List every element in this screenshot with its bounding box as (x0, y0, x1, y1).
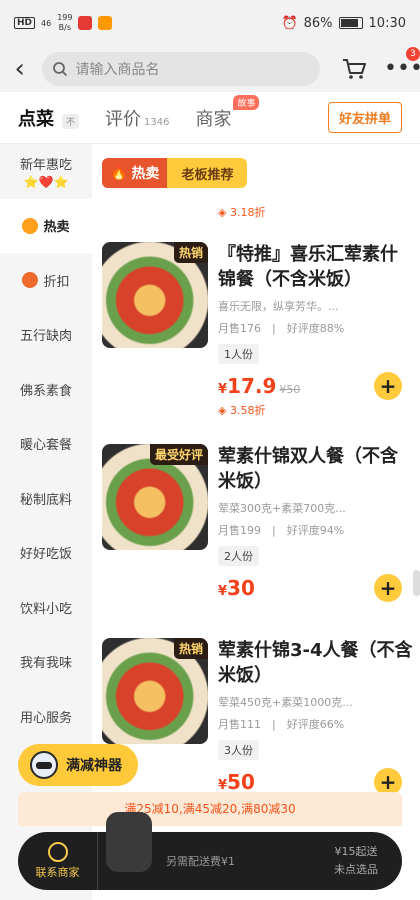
tab-merchant[interactable]: 商家 故事 (195, 94, 260, 131)
network-speed: 199 B/s (57, 13, 73, 32)
tab-order-badge: 不 (62, 113, 80, 129)
notification-badge: 3 (406, 47, 420, 61)
scrollbar[interactable] (413, 570, 420, 596)
item-title: 荤素什锦3-4人餐（不含米饭） (218, 640, 413, 686)
search-icon (52, 62, 67, 77)
item-serving: 3人份 (218, 740, 259, 760)
sidebar-item-new-year[interactable]: 新年惠吃 ⭐❤️⭐ (0, 144, 92, 199)
original-price: ¥50 (279, 383, 301, 396)
tab-order[interactable]: 点菜 不 (18, 105, 80, 131)
merchant-story-tag: 故事 (233, 94, 260, 110)
checkout-bar: 联系商家 另需配送费¥1 ¥15起送 未点选品 (18, 812, 402, 890)
item-price: ¥17.9 ¥50 (218, 374, 301, 398)
category-sidebar: 新年惠吃 ⭐❤️⭐ 热卖 折扣 五行缺肉 佛系素食 暖心套餐 秘制底料 好好吃饭… (0, 144, 92, 900)
item-sales: 月售111 | 好评度66% (218, 718, 345, 731)
search-placeholder: 请输入商品名 (75, 62, 160, 78)
back-arrow-icon[interactable]: ‹ (8, 56, 32, 82)
sidebar-item[interactable]: 饮料小吃 (0, 580, 92, 635)
add-to-cart-button[interactable]: + (374, 574, 402, 602)
contact-merchant-button[interactable]: 联系商家 (18, 832, 98, 890)
item-price: ¥50 (218, 770, 255, 794)
top-nav: ‹ 请输入商品名 ••• 3 (0, 46, 420, 92)
fire-icon (22, 217, 39, 234)
item-title: 『特推』喜乐汇荤素什锦餐（不含米饭） (218, 244, 398, 290)
signal-icon: 46 (41, 18, 52, 28)
robot-icon (30, 751, 58, 779)
friend-group-order-button[interactable]: 好友拼单 (327, 102, 402, 133)
discount-icon (22, 272, 39, 289)
sidebar-item[interactable]: 好好吃饭 (0, 526, 92, 581)
item-serving: 2人份 (218, 546, 259, 566)
discount-label: ◈ 3.18折 (218, 206, 266, 219)
discount-helper-button[interactable]: 满减神器 (18, 744, 138, 786)
hd-indicator: HD (14, 17, 36, 29)
minimum-order: ¥15起送 未点选品 (334, 845, 378, 876)
review-count: 1346 (144, 116, 170, 128)
item-desc: 荤菜300克+素菜700克... (218, 502, 346, 515)
item-tag: 热销 (173, 242, 208, 263)
item-title: 荤素什锦双人餐（不含米饭） (218, 446, 398, 492)
tab-bar: 点菜 不 评价 1346 商家 故事 好友拼单 (0, 92, 420, 144)
battery-percent: 86% (303, 15, 333, 31)
sidebar-item[interactable]: 暖心套餐 (0, 417, 92, 472)
sidebar-item[interactable]: 用心服务 (0, 689, 92, 744)
item-sales: 月售199 | 好评度94% (218, 524, 345, 537)
sidebar-item[interactable]: 我有我味 (0, 635, 92, 690)
promo-bar: 满25减10,满45减20,满80减30 (18, 792, 402, 826)
add-to-cart-button[interactable]: + (374, 372, 402, 400)
sidebar-item[interactable]: 秘制底料 (0, 471, 92, 526)
item-serving: 1人份 (218, 344, 259, 364)
sidebar-item-hot[interactable]: 热卖 (0, 198, 92, 253)
sidebar-item[interactable]: 五行缺肉 (0, 308, 92, 363)
menu-content: 🔥 热卖 老板推荐 ◈ 3.18折 热销 『特推』喜乐汇荤素什锦餐（不含米饭） 喜… (92, 144, 420, 900)
item-desc: 喜乐无限，纵享芳华。... (218, 300, 339, 313)
sidebar-item-discount[interactable]: 折扣 (0, 253, 92, 308)
hot-section-banner: 🔥 热卖 老板推荐 (102, 158, 248, 188)
item-discount: ◈ 3.58折 (218, 404, 266, 417)
headset-icon (47, 842, 68, 862)
dish-image: 热销 (102, 638, 208, 744)
search-input[interactable]: 请输入商品名 (41, 52, 320, 86)
notification-app-icon (78, 16, 93, 30)
hot-label: 🔥 热卖 (102, 158, 168, 188)
delivery-fee: 另需配送费¥1 (166, 855, 235, 868)
stars-heart-icon: ⭐❤️⭐ (23, 174, 69, 189)
cart-icon[interactable] (340, 55, 368, 83)
tab-reviews[interactable]: 评价 1346 (105, 105, 169, 131)
item-tag: 热销 (173, 638, 208, 659)
more-icon[interactable]: ••• 3 (384, 47, 420, 80)
item-price: ¥30 (218, 576, 255, 600)
item-sales: 月售176 | 好评度88% (218, 322, 345, 335)
dish-image: 最受好评 (102, 444, 208, 550)
status-bar: HD 46 199 B/s ⏰ 86% 10:30 (0, 0, 420, 46)
item-tag: 最受好评 (149, 444, 208, 465)
notification-app-icon-2 (98, 16, 113, 30)
shopping-bag-icon[interactable] (104, 812, 154, 890)
battery-icon (338, 17, 363, 29)
alarm-icon: ⏰ (281, 15, 298, 31)
boss-recommend-label: 老板推荐 (167, 158, 248, 188)
clock: 10:30 (368, 15, 406, 31)
dish-image: 热销 (102, 242, 208, 348)
item-desc: 荤菜450克+素菜1000克... (218, 696, 353, 709)
sidebar-item[interactable]: 佛系素食 (0, 362, 92, 417)
